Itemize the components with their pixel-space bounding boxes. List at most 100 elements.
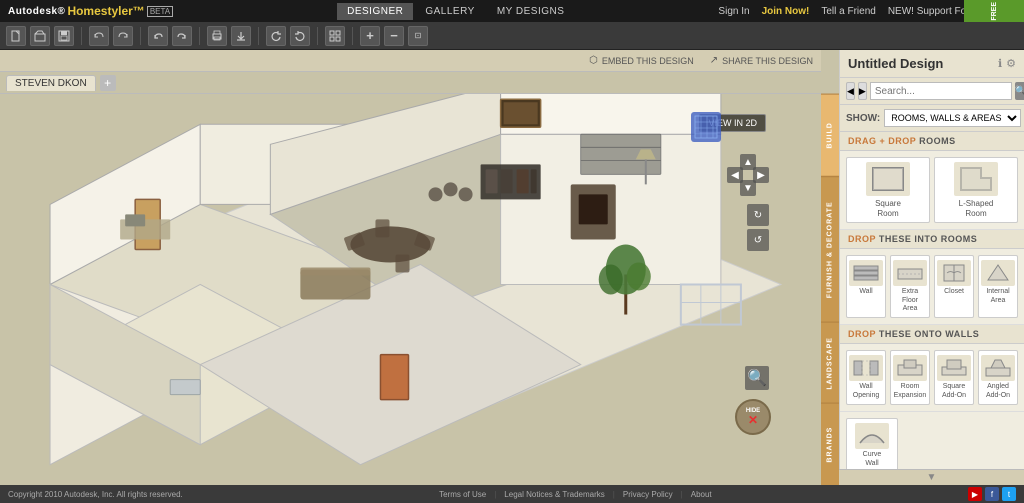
- toolbar-separator-5: [317, 27, 318, 45]
- twitter-icon[interactable]: t: [1002, 487, 1016, 501]
- tab-designer[interactable]: DESIGNER: [337, 3, 413, 20]
- magnify-button[interactable]: 🔍: [745, 366, 769, 390]
- drag-drop-rest: ROOMS: [919, 136, 956, 146]
- tell-friend-link[interactable]: Tell a Friend: [821, 6, 875, 17]
- square-addon-item[interactable]: SquareAdd-On: [934, 350, 974, 405]
- top-navigation: Autodesk® Homestyler™ BETA DESIGNER GALL…: [0, 0, 1024, 22]
- drop-rooms-rest: THESE INTO ROOMS: [879, 234, 977, 244]
- open-button[interactable]: [30, 26, 50, 46]
- show-select[interactable]: ROOMS, WALLS & AREAS: [884, 109, 1021, 127]
- panel-search-input[interactable]: [870, 82, 1012, 100]
- footer-about-link[interactable]: About: [691, 490, 712, 499]
- wall-opening-item[interactable]: WallOpening: [846, 350, 886, 405]
- curve-wall-icon: [855, 423, 889, 449]
- square-room-icon: [866, 162, 910, 196]
- footer-legal-link[interactable]: Legal Notices & Trademarks: [504, 490, 605, 499]
- toolbar-separator-3: [199, 27, 200, 45]
- settings-icon[interactable]: ⚙: [1006, 57, 1016, 70]
- download-button[interactable]: [231, 26, 251, 46]
- drop-walls-accent: DROP: [848, 329, 876, 339]
- footer-terms-link[interactable]: Terms of Use: [439, 490, 486, 499]
- toggle-view-button[interactable]: [325, 26, 345, 46]
- square-room-item[interactable]: SquareRoom: [846, 157, 930, 223]
- zoom-out-button[interactable]: −: [384, 26, 404, 46]
- angled-addon-item[interactable]: AngledAdd-On: [978, 350, 1018, 405]
- rotate-right-button[interactable]: [290, 26, 310, 46]
- green-promo-banner: FREE: [964, 0, 1024, 22]
- rotate-left-button[interactable]: [266, 26, 286, 46]
- extra-floor-item[interactable]: Extra FloorArea: [890, 255, 930, 318]
- share-design-button[interactable]: ↗ SHARE THIS DESIGN: [710, 55, 813, 66]
- search-go-button[interactable]: 🔍: [1015, 82, 1024, 100]
- room-expansion-label: RoomExpansion: [894, 383, 927, 400]
- closet-item[interactable]: Closet: [934, 255, 974, 318]
- info-icon[interactable]: ℹ: [998, 57, 1002, 70]
- internal-area-item[interactable]: InternalArea: [978, 255, 1018, 318]
- rotate-cw-button[interactable]: ↻: [747, 204, 769, 226]
- zoom-in-button[interactable]: +: [360, 26, 380, 46]
- closet-label: Closet: [944, 288, 964, 296]
- search-forward-button[interactable]: ▶: [858, 82, 867, 100]
- join-now-link[interactable]: Join Now!: [762, 6, 810, 17]
- wall-icon: [849, 260, 883, 286]
- square-room-label: SquareRoom: [875, 199, 901, 218]
- footer-copyright: Copyright 2010 Autodesk, Inc. All rights…: [8, 490, 183, 499]
- undo-multi-button[interactable]: [89, 26, 109, 46]
- new-button[interactable]: [6, 26, 26, 46]
- search-back-button[interactable]: ◀: [846, 82, 855, 100]
- print-button[interactable]: [207, 26, 227, 46]
- v-tab-landscape[interactable]: LANDSCAPE: [821, 322, 839, 404]
- curve-wall-item[interactable]: CurveWall: [846, 418, 898, 473]
- blueprint-icon: [691, 112, 721, 142]
- drop-into-rooms-header: DROP THESE INTO ROOMS: [840, 230, 1024, 249]
- square-addon-icon: [937, 355, 971, 381]
- show-label: SHOW:: [846, 113, 880, 124]
- wall-opening-icon: [849, 355, 883, 381]
- user-tab-bar: STEVEN DKON +: [0, 72, 821, 94]
- v-tab-brands[interactable]: BRANDS: [821, 403, 839, 485]
- top-nav-tabs: DESIGNER GALLERY MY DESIGNS: [337, 3, 574, 20]
- redo-multi-button[interactable]: [113, 26, 133, 46]
- undo-button[interactable]: [148, 26, 168, 46]
- tab-gallery[interactable]: GALLERY: [415, 3, 484, 20]
- zoom-fit-button[interactable]: ⊡: [408, 26, 428, 46]
- wall-item[interactable]: Wall: [846, 255, 886, 318]
- facebook-icon[interactable]: f: [985, 487, 999, 501]
- sign-in-link[interactable]: Sign In: [718, 6, 749, 17]
- expand-arrow-icon: ▼: [927, 472, 937, 483]
- panel-expand-button[interactable]: ▼: [839, 469, 1024, 485]
- tab-my-designs[interactable]: MY DESIGNS: [487, 3, 575, 20]
- toolbar: + − ⊡: [0, 22, 1024, 50]
- extra-floor-icon: [893, 260, 927, 286]
- user-tab[interactable]: STEVEN DKON: [6, 75, 96, 91]
- footer-privacy-link[interactable]: Privacy Policy: [623, 490, 673, 499]
- nav-arrow-left[interactable]: ◀: [727, 167, 743, 183]
- redo-button[interactable]: [172, 26, 192, 46]
- drop-rooms-accent: DROP: [848, 234, 876, 244]
- angled-addon-icon: [981, 355, 1015, 381]
- panel-search-bar: ◀ ▶ 🔍: [840, 78, 1024, 105]
- square-addon-label: SquareAdd-On: [942, 383, 966, 400]
- v-tab-build[interactable]: BUILD: [821, 94, 839, 176]
- closet-icon: [937, 260, 971, 286]
- internal-area-icon: [981, 260, 1015, 286]
- logo-area: Autodesk® Homestyler™ BETA: [8, 4, 173, 18]
- toolbar-separator-4: [258, 27, 259, 45]
- top-nav-right: Sign In Join Now! Tell a Friend NEW! Sup…: [718, 6, 1016, 17]
- nav-arrow-right[interactable]: ▶: [753, 167, 769, 183]
- save-button[interactable]: [54, 26, 74, 46]
- toolbar-separator-2: [140, 27, 141, 45]
- youtube-icon[interactable]: ▶: [968, 487, 982, 501]
- panel-header-icons: ℹ ⚙: [998, 57, 1016, 70]
- rotate-ccw-button[interactable]: ↺: [747, 229, 769, 251]
- room-expansion-item[interactable]: RoomExpansion: [890, 350, 930, 405]
- add-tab-button[interactable]: +: [100, 75, 116, 91]
- v-tab-furnish[interactable]: FURNISH & DECORATE: [821, 176, 839, 322]
- hide-button[interactable]: HIDE ✕: [735, 399, 771, 435]
- footer-social: ▶ f t: [968, 487, 1016, 501]
- beta-badge: BETA: [147, 6, 173, 17]
- panel-header: Untitled Design ℹ ⚙: [840, 50, 1024, 78]
- drag-drop-rooms-header: DRAG + DROP ROOMS: [840, 132, 1024, 151]
- l-shaped-room-item[interactable]: L-ShapedRoom: [934, 157, 1018, 223]
- embed-design-button[interactable]: ⬡ EMBED THIS DESIGN: [589, 55, 694, 66]
